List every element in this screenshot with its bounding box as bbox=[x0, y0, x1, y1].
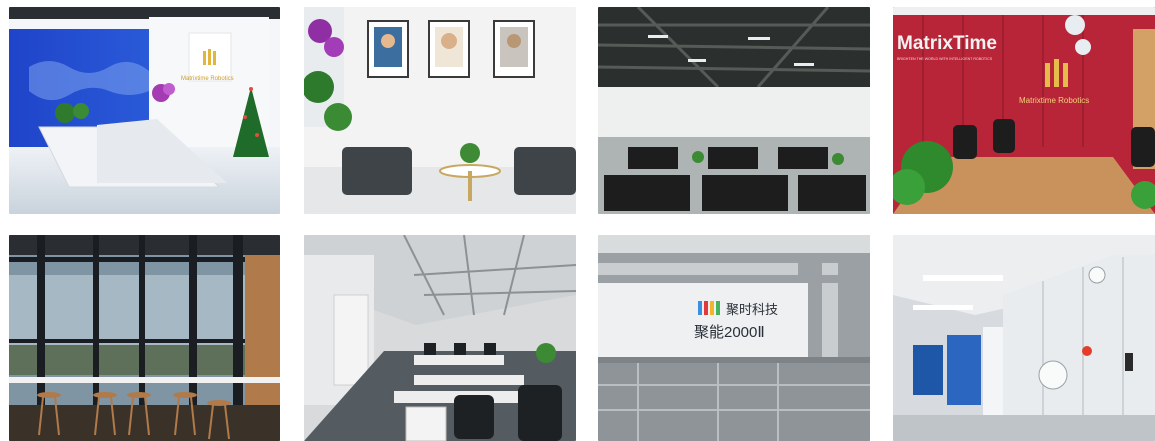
photo-machine-product: 聚时科技 聚能2000Ⅱ bbox=[598, 235, 870, 441]
meeting-room-tagline: BRIGHTEN THE WORLD WITH INTELLIGENT ROBO… bbox=[897, 57, 993, 61]
machine-brand-text: 聚时科技 bbox=[726, 302, 778, 317]
photo-reception-lobby: Matrixtime Robotics bbox=[9, 7, 280, 214]
meeting-room-wall-text: MatrixTime bbox=[897, 33, 997, 54]
photo-window-seating bbox=[9, 235, 280, 441]
lobby-sign-text: Matrixtime Robotics bbox=[181, 76, 234, 82]
photo-gallery: Matrixtime Robotics MatrixTime BRIGHTEN … bbox=[0, 0, 1155, 441]
machine-model-text: 聚能2000Ⅱ bbox=[694, 324, 765, 341]
photo-meeting-room: MatrixTime BRIGHTEN THE WORLD WITH INTEL… bbox=[893, 7, 1155, 214]
meeting-room-sign-text: Matrixtime Robotics bbox=[1019, 96, 1089, 105]
photo-office-workstations bbox=[304, 235, 576, 441]
photo-lounge-portraits bbox=[304, 7, 576, 214]
photo-open-office bbox=[598, 7, 870, 214]
photo-equipment-lab bbox=[893, 235, 1155, 441]
